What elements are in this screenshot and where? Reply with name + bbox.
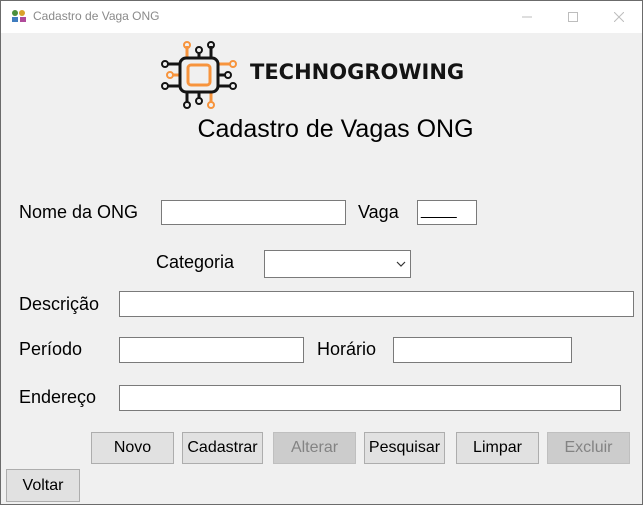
descricao-input[interactable] — [119, 291, 634, 317]
minimize-button[interactable] — [504, 1, 550, 33]
chip-icon — [161, 41, 237, 109]
endereco-label: Endereço — [19, 387, 97, 407]
cadastrar-button[interactable]: Cadastrar — [182, 432, 263, 464]
categoria-select[interactable] — [264, 250, 411, 278]
limpar-button[interactable]: Limpar — [456, 432, 539, 464]
window-title: Cadastro de Vaga ONG — [33, 9, 160, 23]
vaga-input[interactable]: ____ — [417, 200, 477, 225]
horario-input[interactable] — [393, 337, 572, 363]
app-window: Cadastro de Vaga ONG TECHNOGROWING Cadas… — [0, 0, 643, 505]
title-bar: Cadastro de Vaga ONG — [1, 1, 642, 33]
horario-label: Horário — [317, 339, 377, 359]
categoria-label: Categoria — [156, 252, 235, 272]
maximize-icon — [568, 12, 578, 22]
nome-ong-input[interactable] — [161, 200, 346, 225]
pesquisar-button[interactable]: Pesquisar — [364, 432, 445, 464]
nome-ong-label: Nome da ONG — [19, 202, 139, 222]
minimize-icon — [522, 16, 532, 18]
voltar-button[interactable]: Voltar — [6, 469, 80, 502]
vaga-label: Vaga — [358, 202, 399, 222]
logo-text: TECHNOGROWING — [250, 60, 465, 84]
close-icon — [614, 12, 624, 22]
maximize-button[interactable] — [550, 1, 596, 33]
excluir-button[interactable]: Excluir — [547, 432, 630, 464]
alterar-button[interactable]: Alterar — [273, 432, 356, 464]
chevron-down-icon — [396, 261, 406, 267]
descricao-label: Descrição — [19, 294, 100, 314]
endereco-input[interactable] — [119, 385, 621, 411]
periodo-label: Período — [19, 339, 83, 359]
novo-button[interactable]: Novo — [91, 432, 174, 464]
form-title: Cadastro de Vagas ONG — [197, 115, 474, 143]
periodo-input[interactable] — [119, 337, 304, 363]
close-button[interactable] — [596, 1, 642, 33]
app-icon — [12, 10, 26, 22]
form-client-area: TECHNOGROWING Cadastro de Vagas ONG Nome… — [1, 33, 642, 504]
